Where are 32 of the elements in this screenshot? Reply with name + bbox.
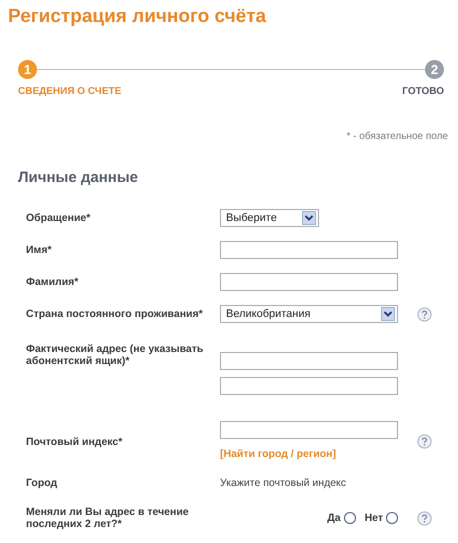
- radio-button[interactable]: [386, 512, 398, 524]
- input-field[interactable]: [220, 377, 398, 395]
- option-label: Нет: [364, 512, 383, 524]
- step-label: ГОТОВО: [402, 86, 444, 97]
- chevron-icon: [302, 211, 316, 225]
- required-note: * - обязательное поле: [346, 131, 448, 142]
- page-title: Регистрация личного счёта: [8, 6, 266, 28]
- field-label: Фактический адрес (не указывать абонентский ящик)*: [26, 343, 204, 367]
- option-label: Да: [327, 512, 341, 524]
- dropdown[interactable]: Великобритания: [220, 305, 398, 323]
- dropdown[interactable]: Выберите: [220, 209, 319, 227]
- input-field[interactable]: [220, 273, 398, 291]
- field-label: Меняли ли Вы адрес в течение последних 2 лет?*: [26, 506, 190, 530]
- field-label: Фамилия*: [26, 276, 78, 288]
- field-label: Город: [26, 477, 58, 489]
- field-label: Имя*: [26, 244, 52, 256]
- field-label: Обращение*: [26, 212, 90, 224]
- field-label: Почтовый индекс*: [26, 436, 122, 448]
- step-number: 2: [425, 60, 444, 79]
- chevron-icon: [381, 307, 395, 321]
- info-text: Укажите почтовый индекс: [220, 477, 346, 489]
- input-field[interactable]: [220, 421, 398, 439]
- step-label: СВЕДЕНИЯ О СЧЕТЕ: [18, 86, 122, 97]
- section-title: Личные данные: [18, 169, 138, 186]
- field-label: Страна постоянного проживания*: [26, 308, 203, 320]
- help-icon[interactable]: [416, 510, 432, 526]
- radio-button[interactable]: [344, 512, 356, 524]
- help-icon[interactable]: [416, 306, 432, 322]
- help-icon[interactable]: [416, 434, 432, 448]
- input-field[interactable]: [220, 241, 398, 259]
- step-number: 1: [18, 60, 37, 79]
- input-field[interactable]: [220, 352, 398, 370]
